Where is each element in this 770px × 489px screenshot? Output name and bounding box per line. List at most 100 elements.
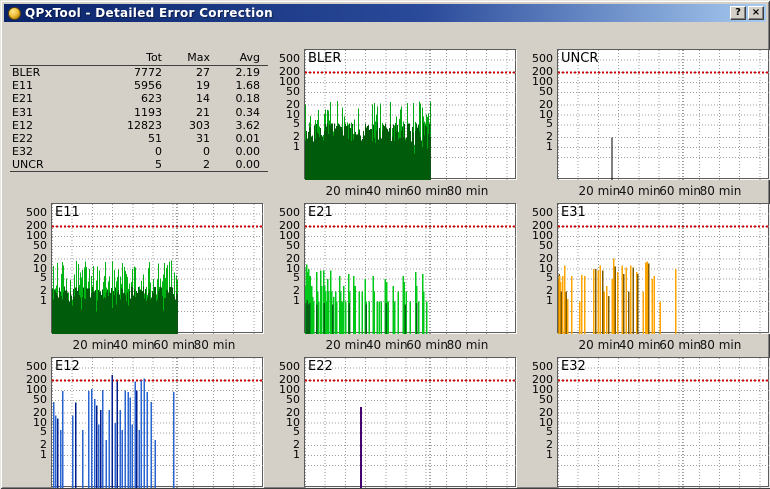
chart-e32: 500200100502010521E3220 min40 min60 min8…	[522, 356, 770, 489]
stat-avg: 0.34	[235, 105, 261, 119]
stat-max: 2	[203, 157, 210, 171]
stat-tot: 0	[155, 145, 162, 159]
y-tick-label: 500	[279, 206, 300, 220]
stats-row-e11: E11 5956 19 1.68	[10, 79, 268, 92]
plot-area	[51, 357, 264, 488]
stat-tot: 623	[141, 92, 162, 106]
y-tick-label: 50	[539, 238, 553, 252]
y-tick-label: 1	[293, 140, 300, 153]
plot-area	[557, 357, 770, 488]
stat-tot: 5956	[134, 79, 162, 93]
chart-canvas	[558, 204, 770, 334]
x-tick-label: 80 min	[193, 338, 236, 352]
chart-e21: 500 200 100 50 20 10 5 2 1 E21 20 min 40 min 60 min 8…	[269, 202, 519, 354]
chart-e11: 500 200 100 50 20 10 5 2 1 E11 20 min 40 min 60 min 8…	[16, 202, 266, 354]
stat-label: UNCR	[12, 157, 44, 171]
y-tick-label: 50	[286, 392, 300, 406]
stat-max: 21	[196, 105, 210, 119]
chart-canvas	[52, 358, 264, 488]
y-tick-label: 5	[546, 117, 553, 131]
error-stats-table: Tot Max Avg BLER 7772 27 2.19 E11 5956 19 1.68 E21 6…	[10, 50, 268, 172]
stat-tot: 1193	[134, 105, 162, 119]
stats-row-e22: E22 51 31 0.01	[10, 132, 268, 145]
x-tick-label: 80 min	[446, 338, 489, 352]
chart-title: UNCR	[561, 51, 599, 66]
chart-uncr: 500 200 100 50 20 10 5 2 1 UNCR 20 min 40 min 60 min…	[522, 48, 770, 200]
y-tick-label: 500	[532, 206, 553, 220]
y-tick-label: 500	[532, 360, 553, 374]
y-tick-label: 1	[546, 294, 553, 307]
plot-area	[51, 203, 264, 334]
y-tick-label: 5	[293, 425, 300, 439]
y-tick-label: 500	[26, 360, 47, 374]
stats-header: Tot	[146, 51, 162, 64]
y-tick-label: 500	[532, 52, 553, 66]
y-tick-label: 50	[286, 84, 300, 98]
stats-row-e21: E21 623 14 0.18	[10, 92, 268, 105]
chart-canvas	[305, 358, 517, 488]
stat-tot: 7772	[134, 66, 162, 80]
stat-label: BLER	[12, 66, 41, 80]
chart-bler: 500 200 100 50 20 10 5 2 1 BLER 20 min 40 min 60 min…	[269, 48, 519, 200]
stat-label: E32	[12, 145, 33, 159]
y-tick-label: 1	[546, 448, 553, 461]
stat-avg: 1.68	[235, 79, 261, 93]
plot-area	[304, 49, 517, 180]
stat-avg: 0.00	[235, 157, 261, 171]
chart-title: E22	[308, 359, 333, 374]
y-tick-label: 500	[279, 360, 300, 374]
y-tick-label: 5	[546, 271, 553, 285]
stats-header: Max	[187, 51, 210, 64]
chart-canvas	[52, 204, 264, 334]
y-tick-label: 5	[40, 271, 47, 285]
stat-label: E21	[12, 92, 33, 106]
plot-area	[304, 357, 517, 488]
chart-canvas	[558, 50, 770, 180]
window-title: QPxTool - Detailed Error Correction	[25, 6, 273, 20]
stats-header: Avg	[239, 51, 260, 64]
stat-max: 27	[196, 66, 210, 80]
y-tick-label: 500	[26, 206, 47, 220]
stat-max: 303	[189, 118, 210, 132]
y-tick-label: 1	[40, 294, 47, 307]
chart-e31: 500 200 100 50 20 10 5 2 1 E31 20 min 40 min 60 min 8…	[522, 202, 770, 354]
chart-title: E31	[561, 205, 586, 220]
y-tick-label: 5	[293, 117, 300, 131]
stat-avg: 0.00	[235, 145, 261, 159]
stats-row-e31: E31 1193 21 0.34	[10, 106, 268, 119]
y-tick-label: 5	[293, 271, 300, 285]
stat-label: E31	[12, 105, 33, 119]
y-tick-label: 50	[33, 392, 47, 406]
stats-header-row: Tot Max Avg	[10, 50, 268, 66]
chart-title: BLER	[308, 51, 342, 66]
y-tick-label: 5	[546, 425, 553, 439]
stats-row-e32: E32 0 0 0.00	[10, 145, 268, 158]
stats-row-bler: BLER 7772 27 2.19	[10, 66, 268, 79]
chart-title: E32	[561, 359, 586, 374]
stat-max: 31	[196, 132, 210, 146]
y-tick-label: 1	[293, 448, 300, 461]
x-tick-label: 80 min	[446, 184, 489, 198]
stat-avg: 2.19	[235, 66, 261, 80]
stat-max: 19	[196, 79, 210, 93]
chart-canvas	[305, 50, 517, 180]
y-tick-label: 50	[539, 392, 553, 406]
chart-e22: 500200100502010521E2220 min40 min60 min8…	[269, 356, 519, 489]
y-tick-label: 50	[286, 238, 300, 252]
stat-label: E12	[12, 118, 33, 132]
y-tick-label: 500	[279, 52, 300, 66]
stat-label: E11	[12, 79, 33, 93]
stat-avg: 3.62	[235, 118, 261, 132]
stat-label: E22	[12, 132, 33, 146]
chart-title: E21	[308, 205, 333, 220]
y-tick-label: 1	[293, 294, 300, 307]
x-tick-label: 80 min	[699, 184, 742, 198]
close-button[interactable]: ×	[748, 6, 764, 20]
stat-avg: 0.18	[235, 92, 261, 106]
y-tick-label: 50	[33, 238, 47, 252]
stat-avg: 0.01	[235, 132, 261, 146]
title-bar[interactable]: QPxTool - Detailed Error Correction ? ×	[4, 4, 766, 22]
y-tick-label: 1	[546, 140, 553, 153]
stat-tot: 51	[148, 132, 162, 146]
help-button[interactable]: ?	[730, 6, 746, 20]
